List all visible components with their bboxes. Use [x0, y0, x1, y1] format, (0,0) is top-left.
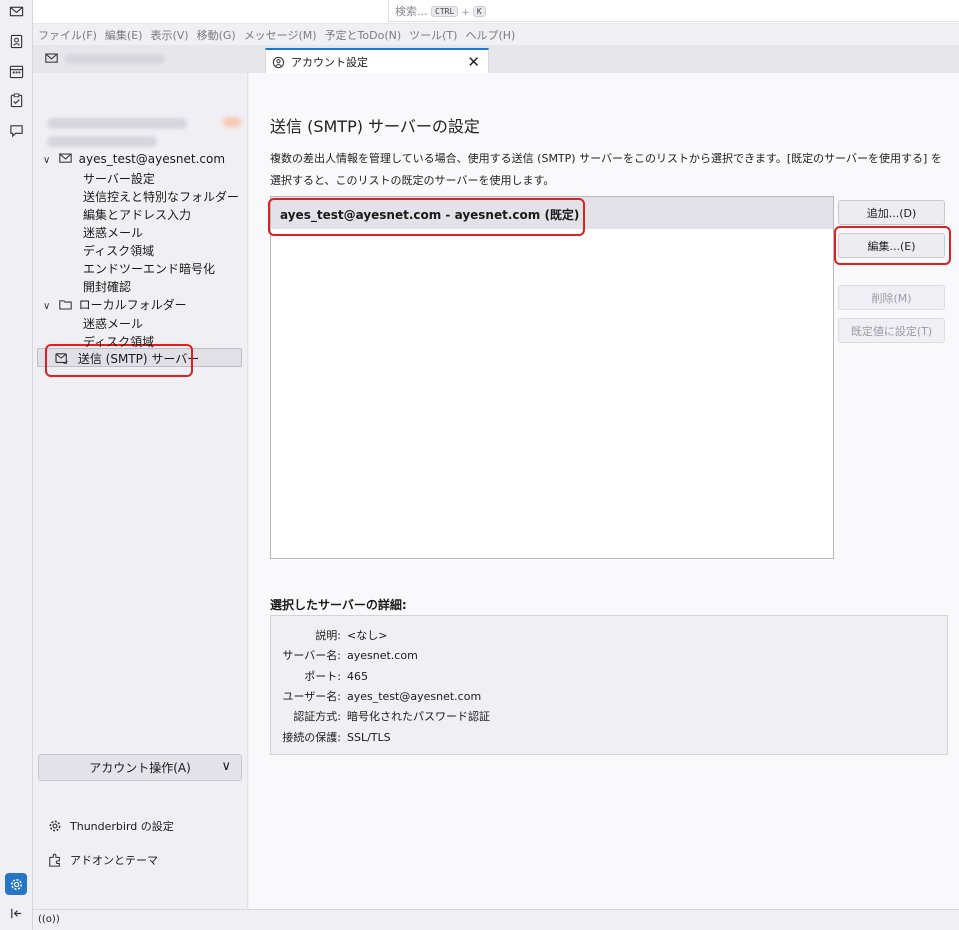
tree-local-child[interactable]: 迷惑メール [83, 315, 143, 332]
tree-account-child[interactable]: 開封確認 [83, 278, 131, 295]
detail-label: ポート: [304, 669, 341, 683]
red-highlight-box [268, 198, 585, 236]
addons-link[interactable]: アドオンとテーマ [48, 852, 158, 868]
menu-item[interactable]: 編集(E) [105, 27, 143, 43]
detail-value: <なし> [347, 629, 388, 642]
menu-item[interactable]: メッセージ(M) [244, 27, 317, 43]
detail-label: 接続の保護: [282, 730, 341, 744]
detail-row: 認証方式: 暗号化されたパスワード認証 [271, 708, 671, 724]
delete-server-button[interactable]: 削除(M) [838, 285, 945, 310]
smtp-server-list[interactable]: ayes_test@ayesnet.com - ayesnet.com (既定) [270, 196, 834, 559]
tab-account-settings[interactable]: アカウント設定 ✕ [265, 48, 489, 74]
tasks-icon[interactable] [6, 91, 26, 109]
add-server-button[interactable]: 追加...(D) [838, 200, 945, 225]
menu-item[interactable]: 表示(V) [150, 27, 188, 43]
chat-icon[interactable] [6, 121, 26, 139]
detail-label: 認証方式: [293, 710, 341, 724]
detail-label: 説明: [315, 629, 341, 642]
calendar-icon[interactable] [6, 62, 26, 80]
online-status-icon[interactable]: ((o)) [38, 914, 60, 925]
puzzle-icon [49, 853, 60, 867]
menu-item[interactable]: ファイル(F) [38, 27, 97, 43]
mail-icon[interactable] [6, 2, 26, 20]
tree-account-child[interactable]: エンドツーエンド暗号化 [83, 260, 215, 277]
tree-account-row[interactable]: ∨ ayes_test@ayesnet.com [43, 152, 225, 166]
account-actions-label: アカウント操作(A) [89, 761, 191, 775]
account-settings-icon [272, 56, 285, 68]
detail-row: 接続の保護: SSL/TLS [271, 729, 671, 745]
detail-row: ポート: 465 [271, 668, 671, 684]
detail-label: サーバー名: [282, 649, 341, 663]
mail-account-icon [59, 153, 72, 163]
tree-account-child[interactable]: ディスク領域 [83, 242, 154, 259]
blurred-tab-title [65, 54, 165, 64]
blurred-account-row [47, 118, 187, 129]
account-email: ayes_test@ayesnet.com [78, 152, 226, 166]
account-tree: ∨ ayes_test@ayesnet.com ∨ ローカルフォルダー 送信 (… [33, 73, 248, 909]
thunderbird-settings-link[interactable]: Thunderbird の設定 [48, 818, 174, 834]
address-book-icon[interactable] [6, 32, 26, 50]
settings-gear-icon[interactable] [5, 873, 27, 895]
account-actions-button[interactable]: アカウント操作(A) ∨ [38, 754, 242, 781]
page-description: 複数の差出人情報を管理している場合、使用する送信 (SMTP) サーバーをこのリ… [270, 152, 942, 187]
smtp-settings-pane: 送信 (SMTP) サーバーの設定 複数の差出人情報を管理している場合、使用する… [249, 73, 959, 909]
mail-icon [45, 53, 58, 63]
chevron-down-icon[interactable]: ∨ [43, 155, 55, 166]
spaces-toolbar [0, 0, 33, 930]
detail-value: 465 [347, 669, 368, 683]
menu-item[interactable]: ツール(T) [409, 27, 457, 43]
tree-local-folders-row[interactable]: ∨ ローカルフォルダー [43, 296, 187, 313]
details-title: 選択したサーバーの詳細: [270, 598, 407, 612]
status-bar: ((o)) [33, 909, 959, 930]
red-highlight-box [834, 226, 951, 265]
chevron-down-icon: ∨ [221, 759, 231, 774]
tab-bar: アカウント設定 ✕ [33, 45, 959, 74]
menu-item[interactable]: 予定とToDo(N) [325, 27, 402, 43]
thunderbird-settings-label: Thunderbird の設定 [70, 820, 174, 833]
page-title: 送信 (SMTP) サーバーの設定 [270, 117, 480, 136]
search-placeholder: 検索... [395, 5, 428, 18]
addons-label: アドオンとテーマ [70, 854, 158, 867]
tree-account-child[interactable]: サーバー設定 [83, 170, 155, 187]
detail-row: サーバー名: ayesnet.com [271, 647, 671, 663]
menu-item[interactable]: 移動(G) [197, 27, 236, 43]
detail-value: 暗号化されたパスワード認証 [347, 710, 490, 724]
tab-mail[interactable] [41, 51, 171, 67]
chevron-down-icon[interactable]: ∨ [43, 301, 55, 312]
menu-item[interactable]: ヘルプ(H) [465, 27, 515, 43]
detail-value: ayesnet.com [347, 649, 418, 663]
menu-bar: ファイル(F) 編集(E) 表示(V) 移動(G) メッセージ(M) 予定とToDo(N)… [33, 24, 959, 45]
title-bar: 検索... CTRL + K [33, 0, 959, 24]
detail-row: 説明: <なし> [271, 627, 671, 643]
folder-icon [59, 300, 72, 310]
blurred-account-row [47, 136, 157, 147]
shortcut-plus: + [461, 8, 470, 18]
shortcut-key-ctrl: CTRL [431, 6, 459, 17]
detail-label: ユーザー名: [282, 689, 342, 703]
tree-account-child[interactable]: 送信控えと特別なフォルダー [83, 188, 239, 205]
tree-account-child[interactable]: 迷惑メール [83, 224, 143, 241]
set-default-button[interactable]: 既定値に設定(T) [838, 318, 945, 343]
tab-title: アカウント設定 [291, 56, 368, 69]
detail-value: ayes_test@ayesnet.com [347, 689, 482, 703]
gear-icon [49, 820, 61, 832]
local-folders-label: ローカルフォルダー [78, 298, 187, 312]
detail-row: ユーザー名: ayes_test@ayesnet.com [271, 688, 671, 704]
shortcut-key-k: K [472, 6, 486, 17]
collapse-toolbar-icon[interactable] [6, 904, 26, 922]
tree-local-child[interactable]: ディスク領域 [83, 333, 154, 350]
tree-account-child[interactable]: 編集とアドレス入力 [83, 206, 191, 223]
server-details: 説明: <なし> サーバー名: ayesnet.com ポート: 465 ユーザー名: aye… [270, 615, 948, 755]
detail-value: SSL/TLS [347, 730, 391, 744]
close-icon[interactable]: ✕ [467, 53, 480, 71]
blurred-badge [223, 117, 241, 127]
global-search-input[interactable]: 検索... CTRL + K [388, 0, 959, 22]
